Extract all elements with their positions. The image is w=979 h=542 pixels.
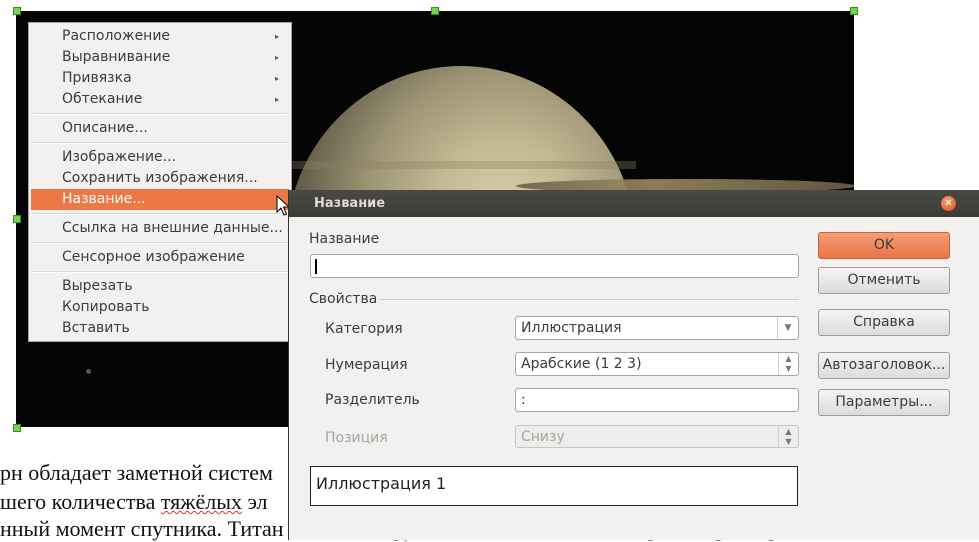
menu-item-cut[interactable]: Вырезать	[31, 276, 289, 297]
planet-band	[286, 161, 636, 169]
numbering-value: Арабские (1 2 3)	[521, 356, 642, 372]
spelling-error-word: тяжёлых	[160, 489, 243, 514]
category-label: Категория	[325, 321, 403, 337]
menu-item-description[interactable]: Описание...	[31, 118, 289, 139]
menu-item-label: Привязка	[62, 70, 132, 86]
caption-dialog: Название ✕ Название Свойства Категория И…	[288, 190, 979, 540]
menu-item-external-link[interactable]: Ссылка на внешние данные...	[31, 218, 289, 239]
text-caret	[315, 259, 317, 274]
submenu-arrow-icon: ▸	[274, 74, 279, 83]
close-icon[interactable]: ✕	[941, 196, 956, 211]
selection-handle[interactable]	[850, 7, 858, 15]
up-down-arrows-icon: ▲ ▼	[778, 426, 798, 447]
menu-item-image-map[interactable]: Сенсорное изображение	[31, 247, 289, 268]
category-value: Иллюстрация	[521, 320, 622, 336]
document-line-2: шего количества тяжёлых эл	[0, 489, 268, 515]
submenu-arrow-icon: ▸	[274, 32, 279, 41]
menu-item-align[interactable]: Выравнивание ▸	[31, 47, 289, 68]
numbering-select[interactable]: Арабские (1 2 3) ▲ ▼	[515, 352, 799, 376]
selection-handle[interactable]	[431, 7, 439, 15]
menu-item-paste[interactable]: Вставить	[31, 318, 289, 339]
menu-item-wrap[interactable]: Обтекание ▸	[31, 89, 289, 110]
position-select: Снизу ▲ ▼	[515, 425, 799, 448]
help-button[interactable]: Справка	[818, 309, 950, 336]
caption-input[interactable]	[310, 254, 799, 278]
ok-button[interactable]: OK	[818, 232, 950, 259]
separator-label: Разделитель	[325, 392, 420, 408]
selection-handle[interactable]	[13, 424, 21, 432]
numbering-label: Нумерация	[325, 357, 408, 373]
submenu-arrow-icon: ▸	[274, 95, 279, 104]
position-label: Позиция	[325, 430, 388, 446]
menu-separator	[33, 113, 287, 115]
menu-item-caption[interactable]: Название...	[31, 189, 289, 210]
document-text: шего количества	[0, 489, 161, 514]
menu-item-image[interactable]: Изображение...	[31, 147, 289, 168]
separator-input[interactable]: :	[515, 388, 799, 412]
moon-dot	[86, 369, 91, 374]
selection-handle[interactable]	[13, 215, 21, 223]
position-value: Снизу	[521, 429, 565, 445]
menu-item-label: Расположение	[62, 28, 171, 44]
menu-item-anchor[interactable]: Привязка ▸	[31, 68, 289, 89]
selection-handle[interactable]	[13, 7, 21, 15]
submenu-arrow-icon: ▸	[274, 53, 279, 62]
menu-item-label: Выравнивание	[62, 49, 171, 65]
properties-divider	[379, 299, 799, 300]
properties-heading: Свойства	[309, 291, 378, 307]
menu-item-copy[interactable]: Копировать	[31, 297, 289, 318]
menu-separator	[33, 213, 287, 215]
menu-item-label: Обтекание	[62, 91, 143, 107]
caption-label: Название	[309, 231, 380, 247]
caption-preview: Иллюстрация 1	[310, 466, 798, 506]
menu-item-save-images[interactable]: Сохранить изображения...	[31, 168, 289, 189]
document-text: эл	[242, 489, 268, 514]
context-menu: Расположение ▸ Выравнивание ▸ Привязка ▸ Об…	[28, 22, 292, 342]
dialog-title: Название	[289, 190, 979, 217]
document-line-1: рн обладает заметной систем	[0, 460, 273, 485]
options-button[interactable]: Параметры...	[818, 389, 950, 416]
menu-item-arrange[interactable]: Расположение ▸	[31, 26, 289, 47]
menu-separator	[33, 242, 287, 244]
category-combobox[interactable]: Иллюстрация ▼	[515, 316, 799, 340]
up-down-arrows-icon[interactable]: ▲ ▼	[778, 353, 798, 375]
menu-separator	[33, 142, 287, 144]
cancel-button[interactable]: Отменить	[818, 267, 950, 294]
autocaption-button[interactable]: Автозаголовок...	[818, 352, 950, 379]
menu-separator	[33, 271, 287, 273]
chevron-down-icon[interactable]: ▼	[777, 317, 798, 339]
